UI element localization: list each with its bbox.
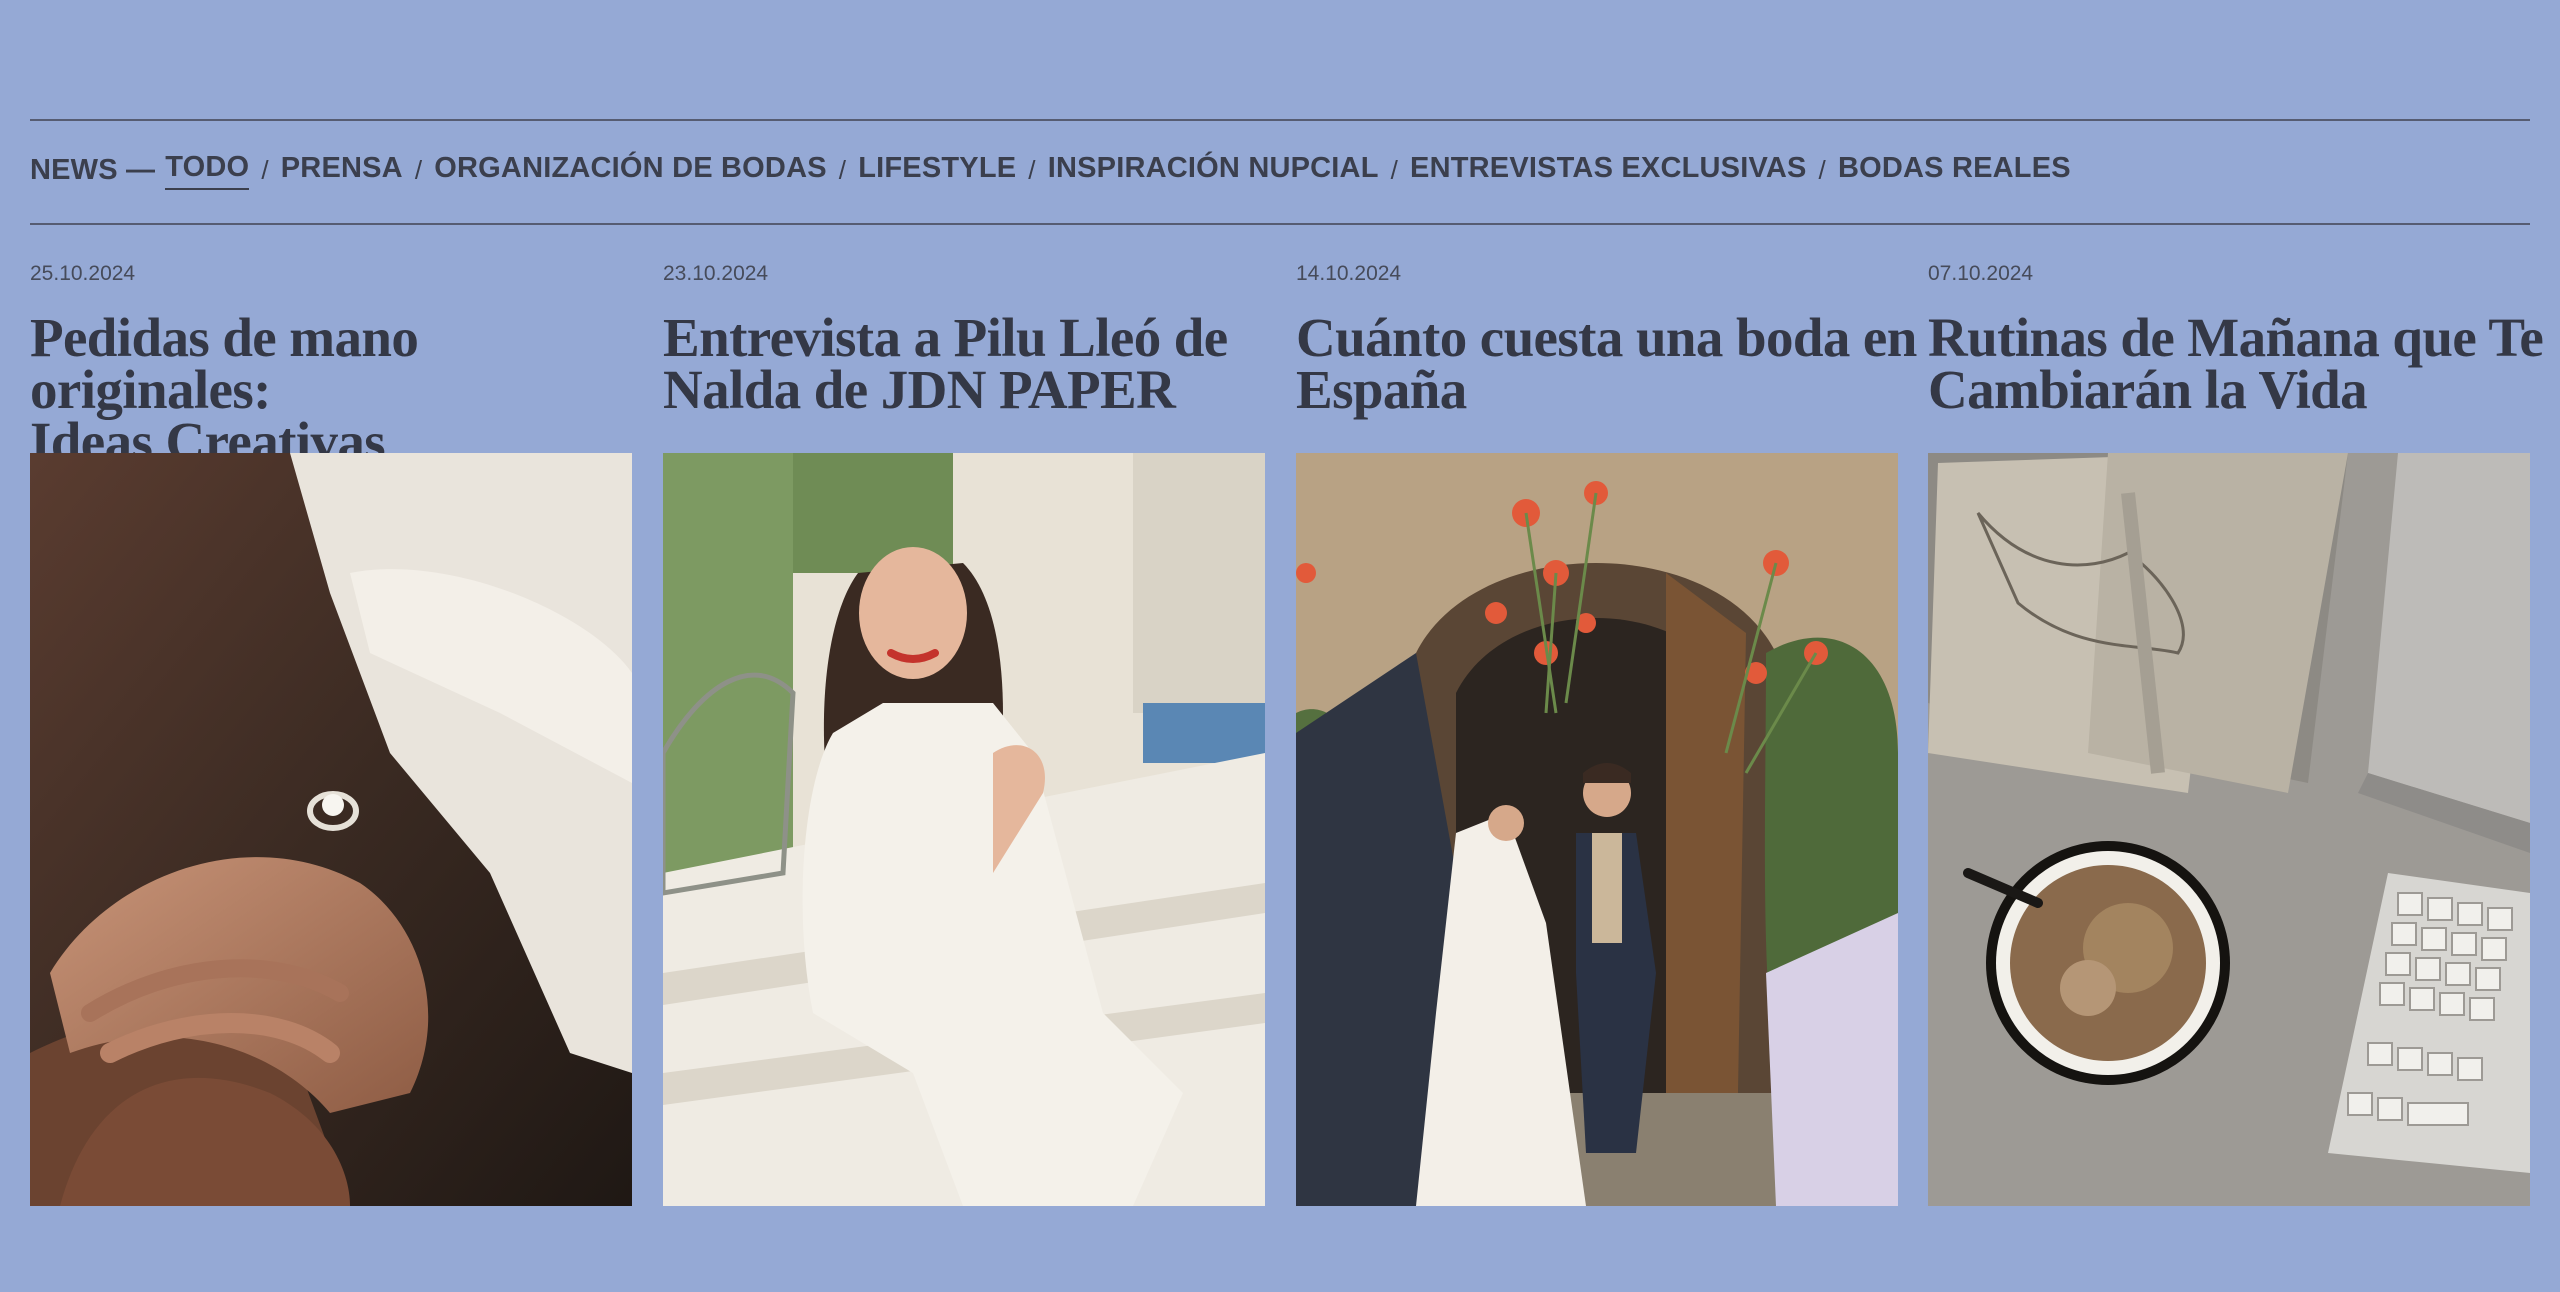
article-card[interactable]: 25.10.2024 Pedidas de mano originales: I… (30, 262, 632, 1206)
article-card[interactable]: 14.10.2024 Cuánto cuesta una boda en Esp… (1296, 262, 1917, 1206)
photo-illustration (663, 453, 1265, 1206)
filter-inspiracion-nupcial[interactable]: INSPIRACIÓN NUPCIAL (1048, 152, 1379, 189)
filter-prensa[interactable]: PRENSA (281, 152, 403, 189)
category-filter-bar: NEWS — TODO / PRENSA / ORGANIZACIÓN DE B… (30, 148, 2071, 192)
filter-bodas-reales[interactable]: BODAS REALES (1838, 152, 2071, 189)
article-title[interactable]: Rutinas de Mañana que Te Cambiarán la Vi… (1928, 310, 2560, 417)
article-date: 23.10.2024 (663, 262, 769, 285)
coffee-notebook-keyboard-desk-photo[interactable] (1928, 453, 2530, 1206)
newlyweds-flower-exit-photo[interactable] (1296, 453, 1898, 1206)
filter-lifestyle[interactable]: LIFESTYLE (858, 152, 1016, 189)
photo-illustration (30, 453, 632, 1206)
article-title-line: Pedidas de mano originales: (30, 307, 419, 420)
filter-separator: / (261, 154, 269, 185)
article-date: 07.10.2024 (1928, 262, 2034, 285)
filter-entrevistas-exclusivas[interactable]: ENTREVISTAS EXCLUSIVAS (1410, 152, 1807, 189)
article-title-line: España (1296, 359, 1467, 420)
filter-todo[interactable]: TODO (165, 151, 250, 190)
filter-organizacion-de-bodas[interactable]: ORGANIZACIÓN DE BODAS (434, 152, 827, 189)
article-date: 14.10.2024 (1296, 262, 1402, 285)
article-title[interactable]: Entrevista a Pilu Lleó de Nalda de JDN P… (663, 310, 1303, 417)
article-title-line: Nalda de JDN PAPER (663, 359, 1176, 420)
filter-separator: / (1818, 154, 1826, 185)
engagement-ring-hands-photo[interactable] (30, 453, 632, 1206)
article-card[interactable]: 07.10.2024 Rutinas de Mañana que Te Camb… (1928, 262, 2544, 1206)
top-divider (30, 119, 2530, 121)
photo-illustration (1928, 453, 2530, 1206)
filter-separator: / (838, 154, 847, 185)
filter-separator: / (414, 154, 423, 185)
article-title[interactable]: Cuánto cuesta una boda en España (1296, 310, 1936, 417)
article-title-line: Cambiarán la Vida (1928, 359, 2368, 420)
news-label: NEWS — (30, 153, 156, 186)
woman-white-suit-on-steps-photo[interactable] (663, 453, 1265, 1206)
article-title[interactable]: Pedidas de mano originales: Ideas Creati… (30, 310, 670, 469)
photo-illustration (1296, 453, 1898, 1206)
bottom-divider (30, 223, 2530, 225)
article-date: 25.10.2024 (30, 262, 136, 285)
article-card[interactable]: 23.10.2024 Entrevista a Pilu Lleó de Nal… (663, 262, 1265, 1206)
filter-separator: / (1028, 154, 1036, 185)
filter-separator: / (1390, 154, 1399, 185)
